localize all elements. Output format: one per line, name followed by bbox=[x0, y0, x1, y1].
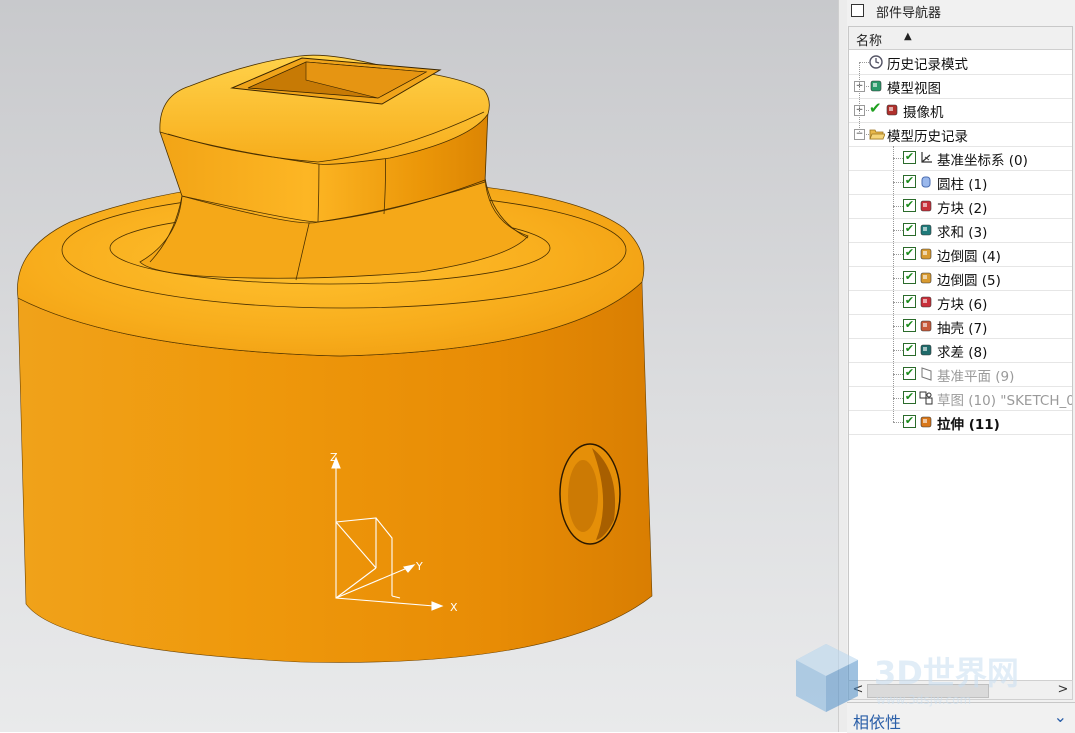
tree-item-label: 拉伸 (11) bbox=[937, 417, 1000, 433]
visibility-checkbox[interactable]: ✔ bbox=[903, 391, 916, 404]
column-header-name[interactable]: 名称 ▲ bbox=[849, 27, 1072, 50]
tree-item-label: 求和 (3) bbox=[937, 225, 988, 241]
tree-row[interactable]: ✔ 边倒圆 (4) bbox=[849, 242, 1072, 267]
tree-row[interactable]: ✔ 基准坐标系 (0) bbox=[849, 146, 1072, 171]
visibility-checkbox[interactable]: ✔ bbox=[903, 175, 916, 188]
tree-row[interactable]: ✔ 边倒圆 (5) bbox=[849, 266, 1072, 291]
part-navigator-panel: 部件导航器 名称 ▲ 历史记录模式 + 模型视图 + ✔ 摄像机 − 模型历史记录 ✔ 基准坐标系… bbox=[847, 0, 1075, 733]
svg-text:3D世界网: 3D世界网 bbox=[874, 654, 1019, 692]
tree-item-label: 圆柱 (1) bbox=[937, 177, 988, 193]
tree-item-label: 模型历史记录 bbox=[887, 129, 968, 145]
graphics-window[interactable]: Z Y X bbox=[0, 0, 838, 732]
site-watermark-logo: 3D世界网 www.3dsjw.com bbox=[796, 644, 1019, 712]
tree-row[interactable]: ✔ 求差 (8) bbox=[849, 338, 1072, 363]
tree-row[interactable]: ✔ 基准平面 (9) bbox=[849, 362, 1072, 387]
sort-ascending-icon: ▲ bbox=[904, 31, 912, 42]
shell-icon bbox=[919, 318, 933, 332]
tree-item-label: 基准坐标系 (0) bbox=[937, 153, 1028, 169]
visibility-checkbox[interactable]: ✔ bbox=[903, 343, 916, 356]
tree-item-label: 边倒圆 (5) bbox=[937, 273, 1001, 289]
tree-row[interactable]: ✔ 求和 (3) bbox=[849, 218, 1072, 243]
tree-row[interactable]: ✔ 圆柱 (1) bbox=[849, 170, 1072, 195]
navigator-tree[interactable]: 名称 ▲ 历史记录模式 + 模型视图 + ✔ 摄像机 − 模型历史记录 ✔ 基准坐标系 (0) ✔ 圆… bbox=[848, 26, 1073, 682]
tree-item-label: 抽壳 (7) bbox=[937, 321, 988, 337]
visibility-checkbox[interactable]: ✔ bbox=[903, 247, 916, 260]
tree-row[interactable]: − 模型历史记录 bbox=[849, 122, 1072, 147]
visibility-checkbox[interactable]: ✔ bbox=[903, 319, 916, 332]
subtract-icon bbox=[919, 342, 933, 356]
model-views-icon bbox=[869, 78, 883, 92]
edge-blend-icon bbox=[919, 270, 933, 284]
visibility-checkbox[interactable]: ✔ bbox=[869, 101, 882, 116]
tree-row[interactable]: ✔ 抽壳 (7) bbox=[849, 314, 1072, 339]
folder-open-icon bbox=[869, 126, 886, 140]
tree-row[interactable]: ✔ 草图 (10) "SKETCH_0 bbox=[849, 386, 1072, 411]
visibility-checkbox[interactable]: ✔ bbox=[903, 199, 916, 212]
side-hole-shadow bbox=[568, 460, 598, 532]
tree-row[interactable]: ✔ 方块 (2) bbox=[849, 194, 1072, 219]
tree-item-label: 方块 (2) bbox=[937, 201, 988, 217]
visibility-checkbox[interactable]: ✔ bbox=[903, 415, 916, 428]
visibility-checkbox[interactable]: ✔ bbox=[903, 367, 916, 380]
navigator-title: 部件导航器 bbox=[876, 6, 942, 21]
tree-item-label: 摄像机 bbox=[903, 105, 944, 121]
block-icon bbox=[919, 198, 933, 212]
datum-csys-icon bbox=[919, 150, 933, 164]
visibility-checkbox[interactable]: ✔ bbox=[903, 295, 916, 308]
tree-row[interactable]: + 模型视图 bbox=[849, 74, 1072, 99]
tree-row[interactable]: + ✔ 摄像机 bbox=[849, 98, 1072, 123]
tree-row[interactable]: ✔ 方块 (6) bbox=[849, 290, 1072, 315]
axis-label-y: Y bbox=[415, 560, 423, 573]
clock-icon bbox=[869, 54, 883, 69]
tree-row[interactable]: ✔ 拉伸 (11) bbox=[849, 410, 1072, 435]
cylinder-icon bbox=[919, 174, 933, 188]
tree-item-label: 历史记录模式 bbox=[887, 57, 968, 73]
tree-item-label: 基准平面 (9) bbox=[937, 369, 1015, 385]
tree-item-label: 求差 (8) bbox=[937, 345, 988, 361]
tree-item-label: 方块 (6) bbox=[937, 297, 988, 313]
camera-icon bbox=[885, 102, 899, 116]
tree-item-label: 模型视图 bbox=[887, 81, 941, 97]
edge-blend-icon bbox=[919, 246, 933, 260]
visibility-checkbox[interactable]: ✔ bbox=[903, 151, 916, 164]
extrude-icon bbox=[919, 414, 933, 428]
tree-connector-line bbox=[859, 62, 860, 134]
sketch-icon bbox=[919, 390, 933, 405]
datum-plane-icon bbox=[919, 366, 933, 381]
block-icon bbox=[919, 294, 933, 308]
axis-label-x: X bbox=[450, 601, 458, 614]
part-model-render[interactable]: Z Y X bbox=[0, 0, 838, 732]
navigator-pin-checkbox[interactable] bbox=[851, 4, 864, 17]
tree-connector-line bbox=[893, 146, 894, 422]
tree-item-label: 草图 (10) "SKETCH_0 bbox=[937, 393, 1073, 409]
navigator-header: 部件导航器 bbox=[847, 0, 1075, 22]
column-header-label: 名称 bbox=[856, 34, 883, 49]
svg-text:www.3dsjw.com: www.3dsjw.com bbox=[876, 693, 971, 707]
axis-label-z: Z bbox=[330, 451, 338, 464]
tree-item-label: 边倒圆 (4) bbox=[937, 249, 1001, 265]
tree-row[interactable]: 历史记录模式 bbox=[849, 50, 1072, 75]
unite-icon bbox=[919, 222, 933, 236]
visibility-checkbox[interactable]: ✔ bbox=[903, 223, 916, 236]
visibility-checkbox[interactable]: ✔ bbox=[903, 271, 916, 284]
